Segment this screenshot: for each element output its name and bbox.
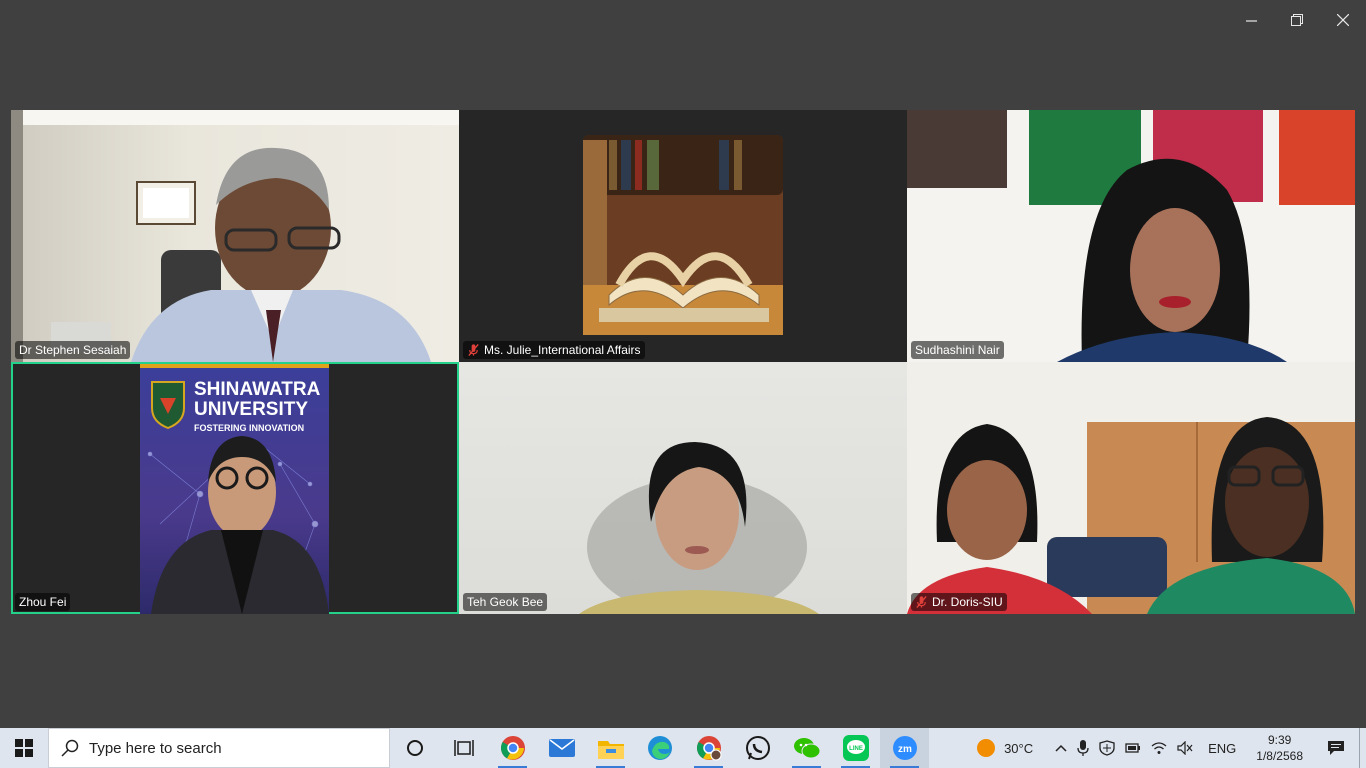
chevron-up-icon[interactable]: [1050, 728, 1072, 768]
weather-widget[interactable]: 30°C: [971, 728, 1038, 768]
participant-video: [579, 442, 819, 614]
show-desktop-button[interactable]: [1359, 728, 1366, 768]
video-tile-active-speaker[interactable]: SHINAWATRA UNIVERSITY FOSTERING INNOVATI…: [11, 362, 459, 614]
battery-icon[interactable]: [1120, 728, 1146, 768]
windows-taskbar: Type here to search LINE zm 30°C ENG 9:3…: [0, 728, 1366, 768]
muted-microphone-icon: [916, 595, 927, 609]
language-indicator[interactable]: ENG: [1198, 728, 1246, 768]
participant-video: [907, 110, 1355, 362]
participant-name-label: Zhou Fei: [15, 593, 71, 611]
participant-name-label: Dr. Doris-SIU: [911, 593, 1007, 611]
participant-name-label: Teh Geok Bee: [463, 593, 548, 611]
participant-video: [11, 110, 459, 362]
edge-icon[interactable]: [635, 728, 684, 768]
task-view-icon[interactable]: [439, 728, 488, 768]
video-tile[interactable]: Teh Geok Bee: [459, 362, 907, 614]
minimize-icon[interactable]: [1228, 0, 1274, 40]
weather-temperature: 30°C: [1004, 740, 1034, 756]
wifi-icon[interactable]: [1146, 728, 1172, 768]
video-tile[interactable]: Dr Stephen Sesaiah: [11, 110, 459, 362]
line-icon[interactable]: LINE: [831, 728, 880, 768]
security-shield-icon[interactable]: [1094, 728, 1120, 768]
video-tile[interactable]: Ms. Julie_International Affairs: [459, 110, 907, 362]
video-tile[interactable]: Sudhashini Nair: [907, 110, 1355, 362]
participant-name-label: Ms. Julie_International Affairs: [463, 341, 645, 359]
system-tray: 30°C ENG 9:39 1/8/2568: [971, 728, 1366, 768]
svg-text:LINE: LINE: [849, 746, 863, 752]
chrome-icon[interactable]: [488, 728, 537, 768]
restore-icon[interactable]: [1274, 0, 1320, 40]
file-explorer-icon[interactable]: [586, 728, 635, 768]
profile-picture-books: [583, 135, 783, 335]
sun-icon: [977, 739, 996, 757]
taskbar-search-box[interactable]: Type here to search: [48, 728, 390, 768]
chrome-profile-icon[interactable]: [684, 728, 733, 768]
video-tile[interactable]: Dr. Doris-SIU: [907, 362, 1355, 614]
clock-time: 9:39: [1267, 733, 1292, 747]
speaker-muted-icon[interactable]: [1172, 728, 1198, 768]
close-icon[interactable]: [1320, 0, 1366, 40]
windows-start-icon[interactable]: [0, 728, 48, 768]
participant-video: [907, 417, 1355, 614]
notifications-icon[interactable]: [1313, 728, 1359, 768]
cortana-icon[interactable]: [390, 728, 439, 768]
svg-text:zm: zm: [898, 744, 912, 755]
zoom-icon[interactable]: zm: [880, 728, 929, 768]
mail-icon[interactable]: [537, 728, 586, 768]
muted-microphone-icon: [468, 343, 479, 357]
zoom-meeting-window: Dr Stephen Sesaiah Ms. Julie_Internation…: [0, 0, 1366, 728]
search-icon: [61, 739, 79, 757]
taskbar-clock[interactable]: 9:39 1/8/2568: [1246, 732, 1313, 764]
participant-name-label: Sudhashini Nair: [911, 341, 1004, 359]
participant-name-label: Dr Stephen Sesaiah: [15, 341, 131, 359]
whatsapp-icon[interactable]: [733, 728, 782, 768]
microphone-icon[interactable]: [1072, 728, 1094, 768]
participant-video: [151, 436, 329, 614]
video-grid: Dr Stephen Sesaiah Ms. Julie_Internation…: [11, 110, 1355, 614]
search-placeholder: Type here to search: [89, 739, 222, 757]
wechat-icon[interactable]: [782, 728, 831, 768]
clock-date: 1/8/2568: [1256, 749, 1303, 763]
